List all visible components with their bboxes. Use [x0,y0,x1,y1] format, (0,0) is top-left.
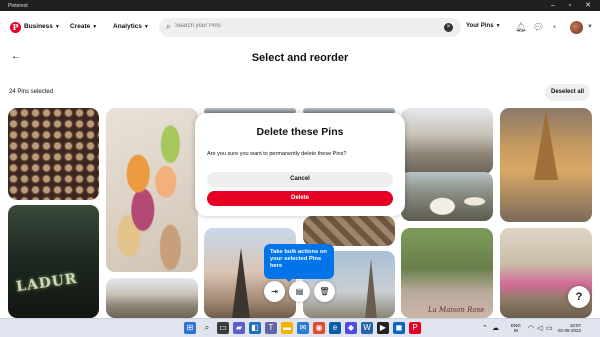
teams-icon[interactable]: T [265,322,277,334]
eiffel-tower-silhouette [534,110,558,180]
bulk-actions-tooltip: Take bulk actions on your selected Pins … [264,244,334,279]
maximize-icon[interactable]: ▫ [562,1,578,10]
nav-analytics-label: Analytics [113,23,142,30]
pin-cafe-coffee[interactable] [401,172,493,221]
nav-business-label: Business [24,23,53,30]
eiffel-tower-silhouette [232,248,250,318]
chevron-up-icon[interactable]: ⌃ [482,324,488,332]
task-view-icon[interactable]: ▭ [217,322,229,334]
delete-trash-icon[interactable]: 🗑︎ [314,281,335,302]
clock-date: 02-05-2022 [558,328,582,333]
nav-analytics[interactable]: Analytics ▼ [113,23,149,30]
laduree-sign-text: LADUR [15,270,79,296]
messages-icon[interactable]: 💬︎ [533,22,544,33]
app-header: P Business▼ Create▼ Analytics▼ ⌕ × Your … [0,11,600,45]
ads-alert-icon[interactable]: ◔ [551,22,556,32]
your-pins-label: Your Pins [466,23,494,29]
tooltip-arrow [285,278,293,282]
pin-paris-street[interactable] [106,278,198,318]
nav-create[interactable]: Create ▼ [70,23,97,30]
minimize-icon[interactable]: – [545,1,561,10]
deselect-all-button[interactable]: Deselect all [545,84,590,101]
onedrive-icon[interactable]: ☁︎ [492,324,499,332]
edge-icon[interactable]: e [329,322,341,334]
battery-icon[interactable]: ▭ [546,324,553,332]
maison-rose-sign-text: La Maison Rose [428,306,485,314]
pin-maison-rose[interactable] [401,228,493,318]
chevron-down-icon: ▼ [54,24,60,30]
volume-icon[interactable]: ◁ [537,324,542,332]
notifications-bell-icon[interactable]: 🔔︎ [515,22,526,33]
close-icon[interactable]: ✕ [580,1,596,10]
file-explorer-icon[interactable]: ▬ [281,322,293,334]
pin-macarons[interactable] [106,108,198,272]
search-input[interactable] [175,23,435,29]
window-title: Pinterest [8,3,28,9]
pin-paris-boulevard[interactable] [401,108,493,174]
terminal-icon[interactable]: ▶ [377,322,389,334]
pin-chocolates[interactable] [8,108,99,200]
search-icon: ⌕ [166,22,171,31]
dialog-title: Delete these Pins [256,126,344,138]
nav-create-label: Create [70,23,91,30]
move-pins-icon[interactable]: ⇥ [264,281,285,302]
move-to-board-icon[interactable]: ▤ [289,281,310,302]
eiffel-tower-silhouette [365,259,377,318]
store-icon[interactable]: ◼ [393,322,405,334]
your-pins-dropdown[interactable]: Your Pins ▼ [466,23,501,29]
selected-count: 24 Pins selected [9,89,54,95]
language-indicator[interactable]: ENG IN [511,323,521,333]
wifi-icon[interactable]: ◠ [528,324,534,332]
delete-button[interactable]: Delete [207,191,393,206]
cancel-button[interactable]: Cancel [207,172,393,187]
app-icon[interactable]: ◆ [345,322,357,334]
clear-search-icon[interactable]: × [444,23,453,32]
pin-mosaic-floor[interactable] [303,216,395,246]
pinterest-logo[interactable]: P [10,22,21,33]
word-icon[interactable]: W [361,322,373,334]
page-title: Select and reorder [251,52,349,64]
pinterest-window: Pinterest – ▫ ✕ P Business ▼ Create ▼ Anal… [0,0,600,337]
pin-laduree-storefront[interactable]: LADUR [8,205,99,318]
start-menu-icon[interactable]: ⊞ [184,322,196,334]
dialog-message: Are you sure you want to permanently del… [207,151,347,157]
mail-icon[interactable]: ✉ [297,322,309,334]
account-chevron-icon[interactable]: ▼ [587,24,593,30]
chrome-icon[interactable]: ◉ [313,322,325,334]
search-bar[interactable]: ⌕ × [159,18,461,37]
chevron-down-icon: ▼ [495,23,501,29]
nav-business[interactable]: Business ▼ [24,23,60,30]
chevron-down-icon: ▼ [143,24,149,30]
clock[interactable]: 18:07 02-05-2022 [558,323,581,333]
region-code: IN [513,328,519,333]
help-button[interactable]: ? [568,286,590,308]
delete-pins-dialog: Delete these Pins Are you sure you want … [195,113,405,216]
pinterest-taskbar-icon[interactable]: P [409,322,421,334]
pin-eiffel-tower-dusk[interactable] [500,108,592,222]
avatar[interactable] [570,21,583,34]
search-icon[interactable]: ⌕ [201,322,213,334]
chevron-down-icon: ▼ [92,24,98,30]
chat-icon[interactable]: ▰ [233,322,245,334]
windows-taskbar: ⊞ ⌕ ▭ ▰ ◧ T ▬ ✉ ◉ e ◆ W ▶ ◼ P ⌃ ☁︎ ENG I… [0,318,600,337]
window-title-bar: Pinterest – ▫ ✕ [0,0,600,11]
widgets-icon[interactable]: ◧ [249,322,261,334]
